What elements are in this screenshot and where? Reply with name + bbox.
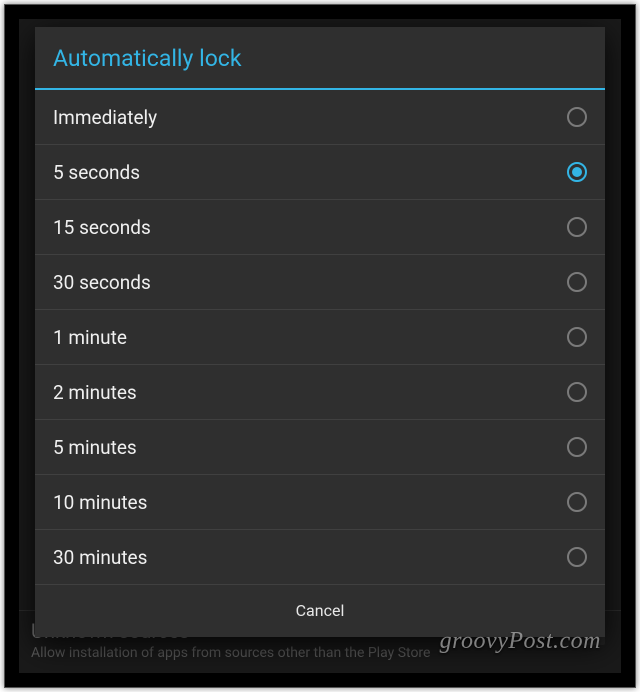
radio-icon[interactable] <box>567 327 587 347</box>
radio-icon[interactable] <box>567 162 587 182</box>
option-label: 30 seconds <box>53 271 151 294</box>
dialog-button-bar: Cancel <box>35 585 605 637</box>
radio-icon[interactable] <box>567 107 587 127</box>
radio-icon[interactable] <box>567 382 587 402</box>
option-label: 2 minutes <box>53 381 137 404</box>
radio-icon[interactable] <box>567 547 587 567</box>
option-5-seconds[interactable]: 5 seconds <box>35 145 605 200</box>
option-2-minutes[interactable]: 2 minutes <box>35 365 605 420</box>
option-label: 1 minute <box>53 326 127 349</box>
dialog-option-list: Immediately 5 seconds 15 seconds 30 seco… <box>35 90 605 585</box>
option-label: 30 minutes <box>53 546 147 569</box>
option-label: Immediately <box>53 106 157 129</box>
option-15-seconds[interactable]: 15 seconds <box>35 200 605 255</box>
option-label: 10 minutes <box>53 491 147 514</box>
device-frame: Unknown sources Allow installation of ap… <box>4 4 636 688</box>
option-immediately[interactable]: Immediately <box>35 90 605 145</box>
screen: Unknown sources Allow installation of ap… <box>19 19 621 673</box>
radio-icon[interactable] <box>567 437 587 457</box>
cancel-button[interactable]: Cancel <box>35 585 605 637</box>
option-label: 5 minutes <box>53 436 137 459</box>
radio-icon[interactable] <box>567 217 587 237</box>
option-10-minutes[interactable]: 10 minutes <box>35 475 605 530</box>
radio-icon[interactable] <box>567 492 587 512</box>
option-label: 5 seconds <box>53 161 140 184</box>
radio-icon[interactable] <box>567 272 587 292</box>
background-setting-subtitle: Allow installation of apps from sources … <box>31 645 609 661</box>
option-30-seconds[interactable]: 30 seconds <box>35 255 605 310</box>
option-1-minute[interactable]: 1 minute <box>35 310 605 365</box>
option-5-minutes[interactable]: 5 minutes <box>35 420 605 475</box>
option-label: 15 seconds <box>53 216 151 239</box>
auto-lock-dialog: Automatically lock Immediately 5 seconds… <box>35 27 605 637</box>
option-30-minutes[interactable]: 30 minutes <box>35 530 605 585</box>
dialog-title: Automatically lock <box>35 27 605 90</box>
